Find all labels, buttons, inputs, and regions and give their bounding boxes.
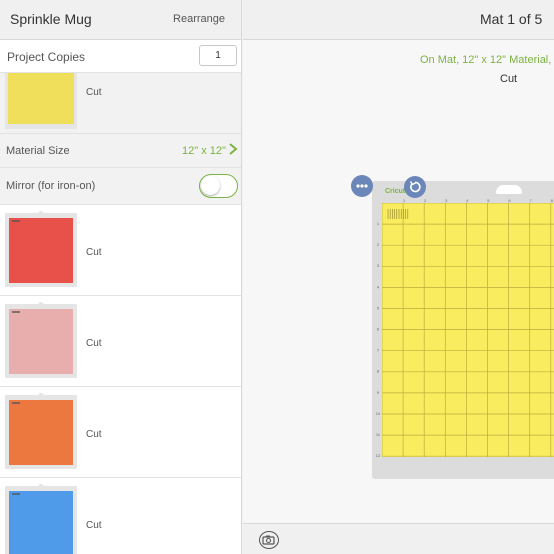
ruler-number: 7	[377, 348, 380, 353]
mat-list-item[interactable]: Cut	[0, 387, 241, 478]
mat-action-label: Cut	[86, 520, 102, 531]
ruler-number: 9	[377, 390, 380, 395]
ruler-number: 8	[377, 369, 380, 374]
ruler-number: 12	[376, 453, 381, 458]
rotate-icon	[409, 181, 421, 193]
ruler-number: 6	[377, 327, 380, 332]
mat-list-item[interactable]: Cut	[0, 478, 241, 554]
mat-notch	[38, 393, 44, 396]
mat-action-label: Cut	[86, 338, 102, 349]
right-panel: Mat 1 of 5 On Mat, 12" x 12" Material, I…	[243, 0, 554, 554]
mat-notch	[38, 484, 44, 487]
mat-mark	[12, 402, 20, 404]
ruler-number: 10	[376, 411, 381, 416]
mat-material-fill	[382, 203, 554, 457]
camera-icon	[262, 535, 275, 545]
bottom-toolbar	[243, 523, 554, 554]
mat-fill	[9, 218, 73, 283]
ruler-number: 1	[377, 221, 380, 226]
left-ruler: 123456789101112	[376, 221, 381, 458]
mat-brand-logo: Cricut	[385, 188, 406, 195]
project-header: Sprinkle Mug Rearrange	[0, 0, 241, 40]
mat-action-label: Cut	[86, 429, 102, 440]
material-size-label: Material Size	[6, 145, 70, 157]
mat-thumbnail[interactable]	[5, 302, 77, 378]
left-panel: Sprinkle Mug Rearrange Project Copies 1 …	[0, 0, 242, 554]
selected-mat-settings: Cut Material Size 12" x 12" Mirror (for …	[0, 73, 241, 204]
mat-notch	[38, 211, 44, 214]
mat-notch	[38, 302, 44, 305]
mat-info-text: On Mat, 12" x 12" Material, I	[420, 54, 554, 66]
mat-thumbnail[interactable]	[5, 211, 77, 287]
mat-fill	[8, 73, 74, 124]
mat-material-area[interactable]	[382, 203, 554, 457]
mat-mark	[12, 220, 20, 222]
camera-button[interactable]	[259, 531, 279, 549]
mirror-toggle[interactable]	[199, 174, 238, 198]
mat-mark	[12, 311, 20, 313]
mat-fill	[9, 400, 73, 465]
project-title: Sprinkle Mug	[10, 11, 92, 27]
selected-mat-thumbnail[interactable]	[5, 73, 77, 129]
ruler-number: 3	[377, 263, 380, 268]
rotate-button[interactable]	[404, 176, 426, 198]
project-copies-label: Project Copies	[7, 50, 86, 64]
mat-action-label: Cut	[500, 73, 518, 85]
mat-list-item[interactable]: Cut	[0, 296, 241, 387]
mat-fill	[9, 491, 73, 554]
ruler-number: 4	[377, 284, 380, 289]
rearrange-button[interactable]: Rearrange	[173, 13, 225, 25]
project-copies-input[interactable]: 1	[199, 45, 237, 66]
ruler-number: 5	[377, 305, 380, 310]
toggle-knob	[201, 176, 220, 195]
selected-mat-action: Cut	[86, 87, 102, 98]
divider	[0, 167, 241, 168]
material-size-value[interactable]: 12" x 12"	[182, 145, 226, 157]
ruler-number: 2	[377, 242, 380, 247]
mat-fill	[9, 309, 73, 374]
mat-list-item[interactable]: Cut	[0, 205, 241, 296]
chevron-right-icon[interactable]	[226, 141, 240, 157]
more-icon	[356, 184, 368, 188]
ruler-number: 11	[376, 432, 381, 437]
divider	[0, 133, 241, 134]
mat-header: Mat 1 of 5	[243, 0, 554, 40]
mat-thumbnail[interactable]	[5, 393, 77, 469]
mat-action-label: Cut	[86, 247, 102, 258]
mat-mark	[12, 493, 20, 495]
mat-notch	[496, 185, 522, 194]
project-copies-row: Project Copies 1	[0, 40, 241, 73]
mirror-label: Mirror (for iron-on)	[6, 180, 96, 192]
mat-counter: Mat 1 of 5	[480, 11, 543, 27]
mat-thumbnail[interactable]	[5, 484, 77, 554]
more-button[interactable]	[351, 175, 373, 197]
